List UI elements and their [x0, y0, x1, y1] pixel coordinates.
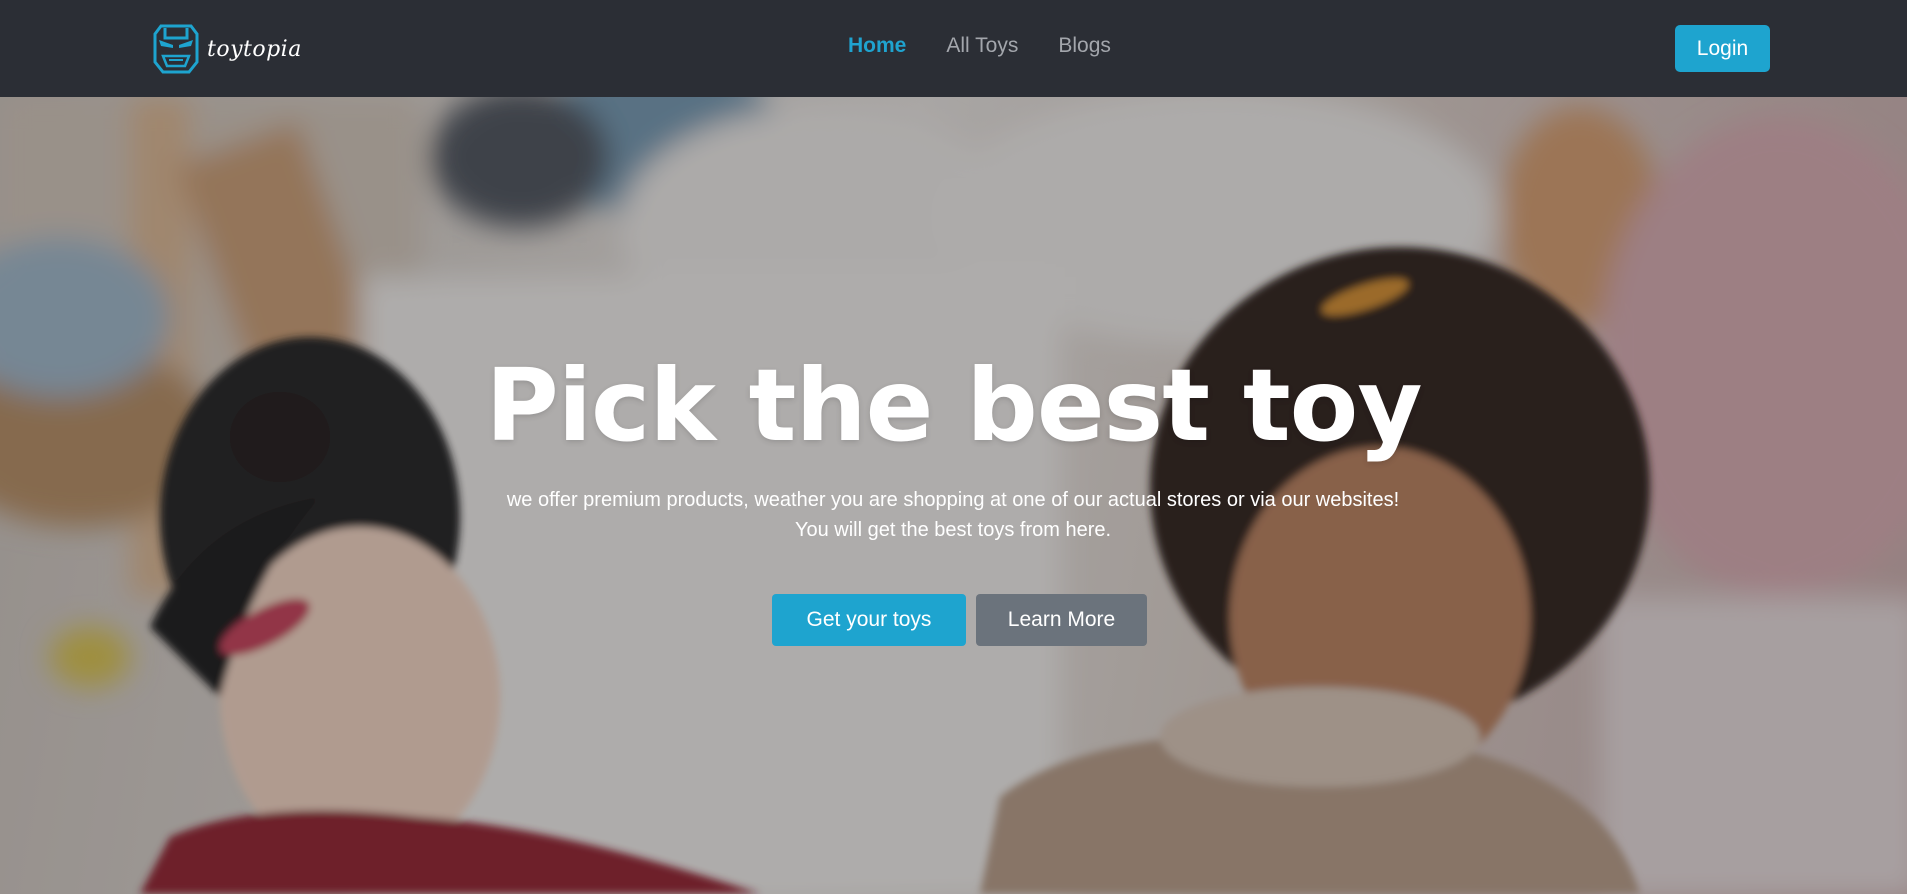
login-button[interactable]: Login: [1675, 25, 1770, 72]
hero-subtitle: we offer premium products, weather you a…: [403, 485, 1503, 545]
top-navbar: toytopia Home All Toys Blogs Login: [0, 0, 1907, 97]
nav-home[interactable]: Home: [848, 34, 906, 58]
hero-actions: Get your toys Learn More: [772, 594, 1147, 646]
main-nav: Home All Toys Blogs: [848, 34, 1111, 58]
hero-title: Pick the best toy: [485, 347, 1422, 464]
nav-all-toys[interactable]: All Toys: [946, 34, 1018, 58]
nav-blogs[interactable]: Blogs: [1058, 34, 1111, 58]
hero-section: Pick the best toy we offer premium produ…: [0, 97, 1907, 894]
get-your-toys-button[interactable]: Get your toys: [772, 594, 966, 646]
brand-name: toytopia: [207, 36, 302, 62]
learn-more-button[interactable]: Learn More: [976, 594, 1147, 646]
hero-subtitle-line-2: You will get the best toys from here.: [794, 519, 1112, 541]
iron-mask-icon: [153, 24, 199, 74]
brand-logo[interactable]: toytopia: [153, 22, 302, 76]
hero-subtitle-line-1: we offer premium products, weather you a…: [506, 489, 1400, 511]
